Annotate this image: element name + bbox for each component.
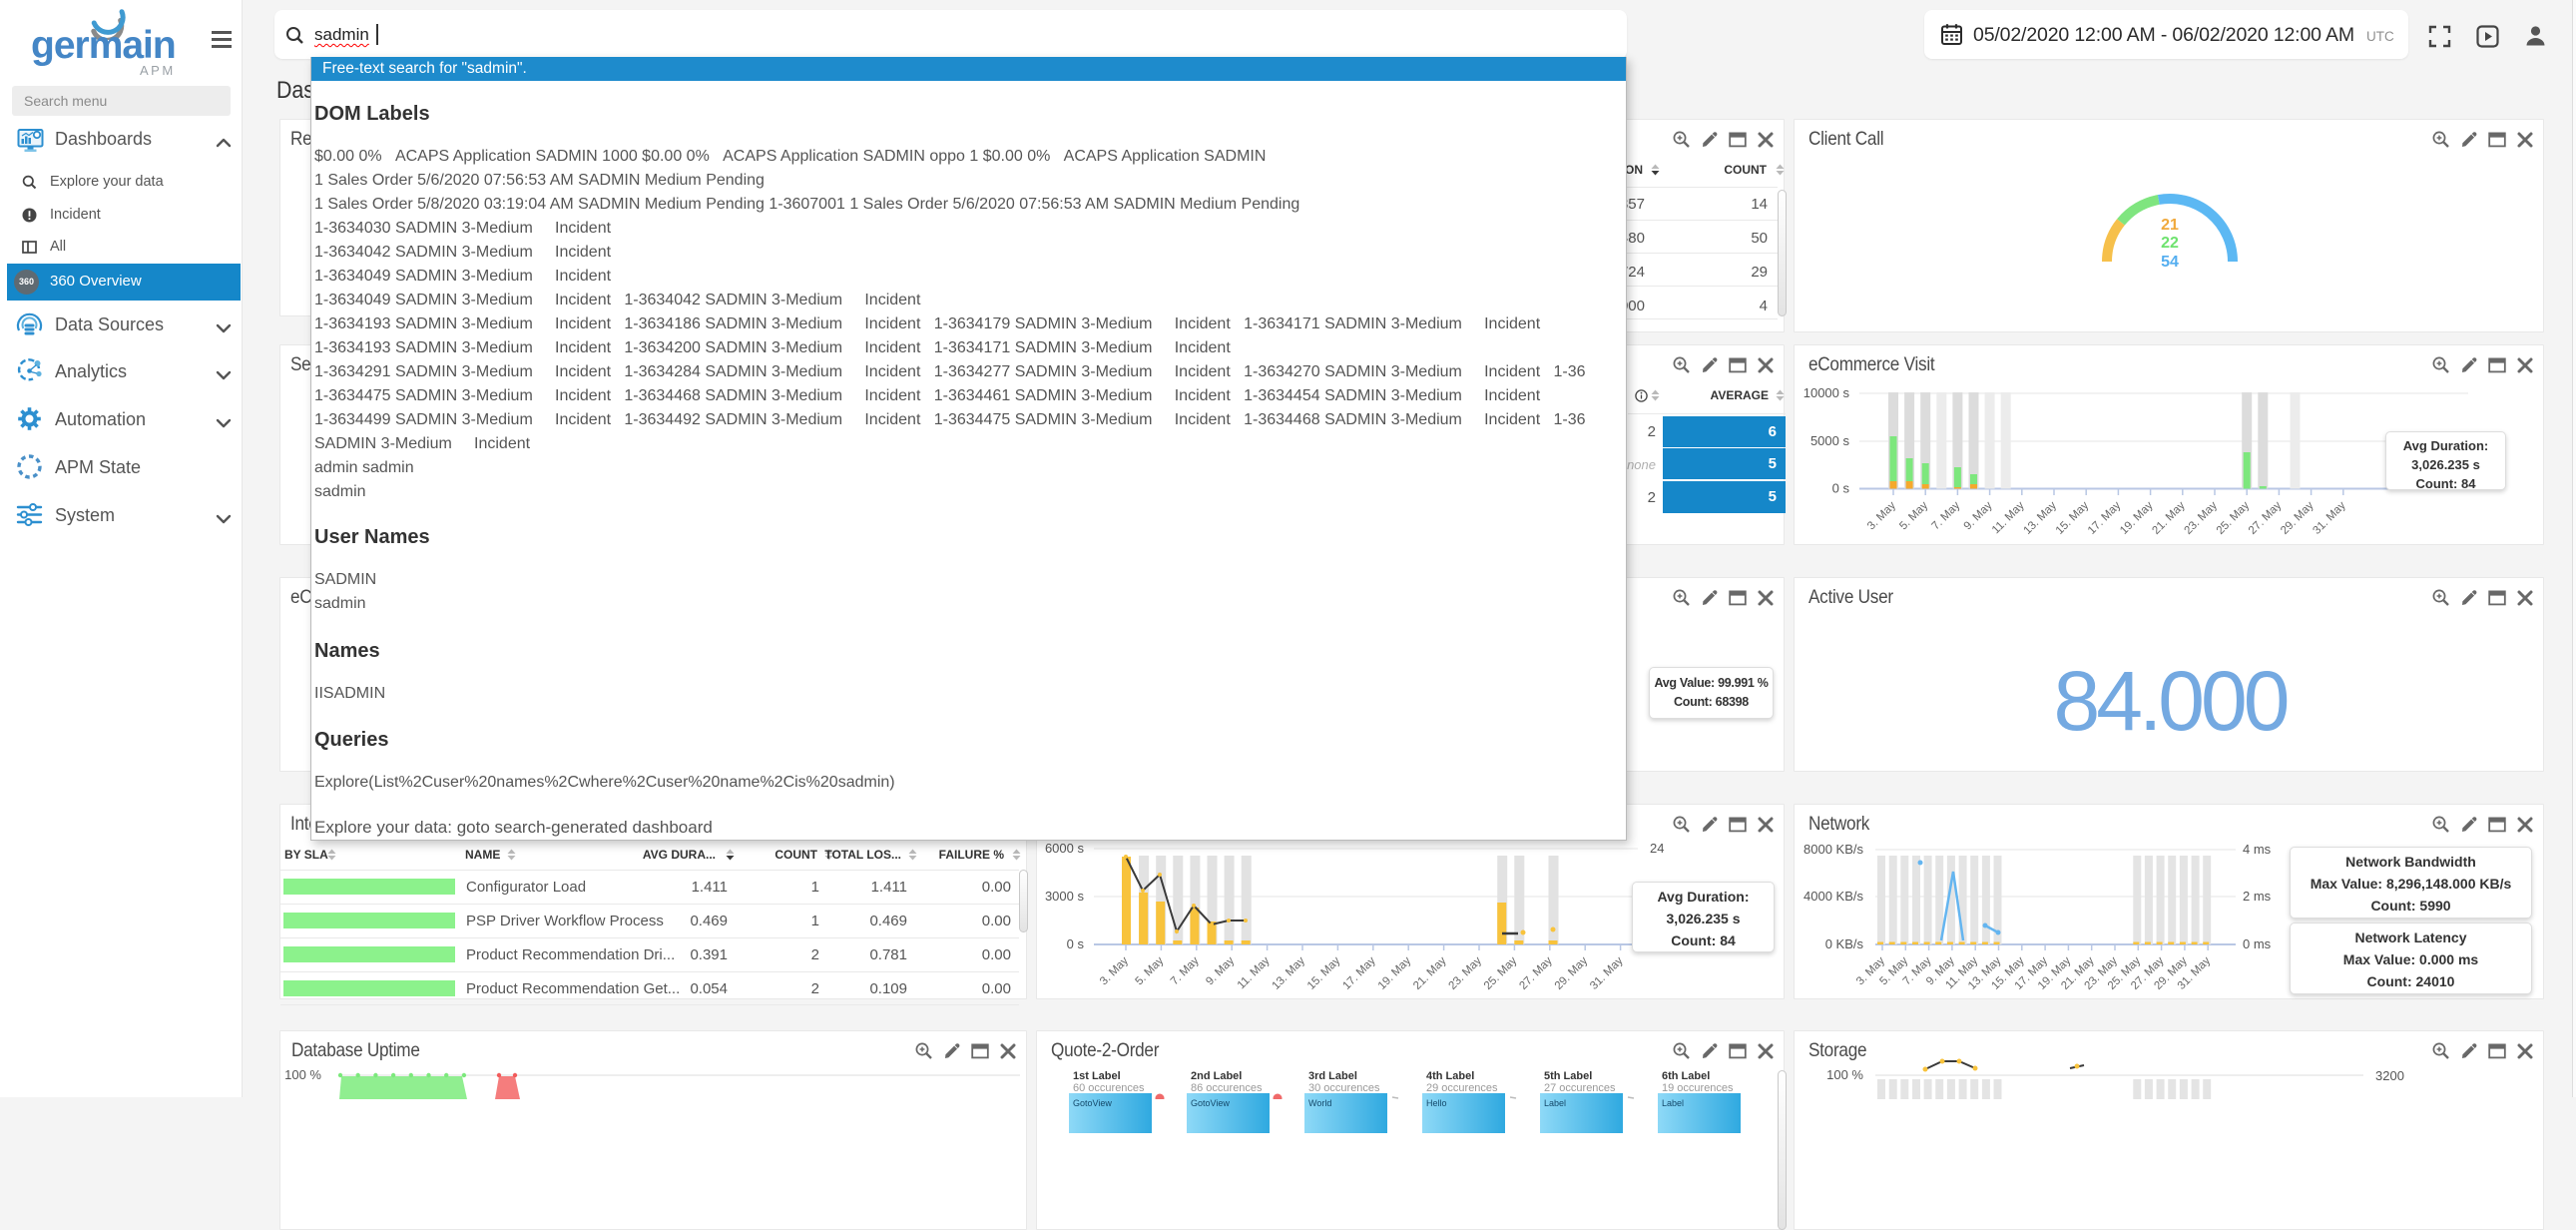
- svg-text:29. May: 29. May: [2279, 499, 2317, 537]
- svg-text:21. May: 21. May: [2150, 499, 2188, 537]
- svg-text:24: 24: [1650, 841, 1664, 856]
- svg-text:11. May: 11. May: [1990, 499, 2027, 536]
- svg-text:21: 21: [2161, 217, 2179, 234]
- svg-text:11. May: 11. May: [1236, 954, 1273, 991]
- svg-text:17. May: 17. May: [2086, 499, 2124, 537]
- svg-text:13. May: 13. May: [2022, 499, 2060, 537]
- svg-text:15. May: 15. May: [1305, 954, 1343, 992]
- svg-text:0 s: 0 s: [1067, 936, 1085, 951]
- svg-text:9. May: 9. May: [1204, 954, 1237, 987]
- svg-text:0 KB/s: 0 KB/s: [1825, 936, 1864, 951]
- svg-text:31. May: 31. May: [1588, 954, 1626, 992]
- svg-text:7. May: 7. May: [1929, 499, 1962, 532]
- svg-text:3. May: 3. May: [1865, 499, 1898, 532]
- svg-text:25. May: 25. May: [1482, 954, 1520, 992]
- svg-text:17. May: 17. May: [1340, 954, 1378, 992]
- svg-text:0 ms: 0 ms: [2243, 936, 2272, 951]
- svg-text:100 %: 100 %: [284, 1067, 321, 1082]
- svg-text:3200: 3200: [2375, 1068, 2404, 1083]
- svg-text:5. May: 5. May: [1133, 954, 1166, 987]
- svg-text:6000 s: 6000 s: [1045, 841, 1085, 856]
- svg-text:22: 22: [2161, 235, 2179, 252]
- svg-text:4 ms: 4 ms: [2243, 842, 2272, 857]
- svg-text:29. May: 29. May: [1553, 954, 1591, 992]
- svg-text:100 %: 100 %: [1826, 1067, 1863, 1082]
- svg-text:3000 s: 3000 s: [1045, 889, 1085, 904]
- svg-text:27. May: 27. May: [1517, 954, 1555, 992]
- svg-text:8000 KB/s: 8000 KB/s: [1803, 842, 1863, 857]
- svg-text:3. May: 3. May: [1098, 954, 1131, 987]
- svg-text:21. May: 21. May: [1411, 954, 1449, 992]
- svg-text:0 s: 0 s: [1832, 481, 1850, 496]
- svg-text:25. May: 25. May: [2215, 499, 2253, 537]
- svg-text:13. May: 13. May: [1271, 954, 1308, 992]
- svg-text:19. May: 19. May: [2118, 499, 2156, 537]
- svg-text:10000 s: 10000 s: [1803, 385, 1850, 400]
- svg-text:4000 KB/s: 4000 KB/s: [1803, 889, 1863, 904]
- svg-text:5000 s: 5000 s: [1810, 433, 1850, 448]
- svg-text:2 ms: 2 ms: [2243, 889, 2272, 904]
- svg-text:23. May: 23. May: [1447, 954, 1485, 992]
- svg-text:54: 54: [2161, 254, 2179, 271]
- svg-text:27. May: 27. May: [2247, 499, 2285, 537]
- svg-text:23. May: 23. May: [2183, 499, 2221, 537]
- svg-text:7. May: 7. May: [1169, 954, 1202, 987]
- svg-text:15. May: 15. May: [2054, 499, 2092, 537]
- svg-text:5. May: 5. May: [1897, 499, 1930, 532]
- svg-text:31. May: 31. May: [2311, 499, 2348, 537]
- svg-text:19. May: 19. May: [1376, 954, 1414, 992]
